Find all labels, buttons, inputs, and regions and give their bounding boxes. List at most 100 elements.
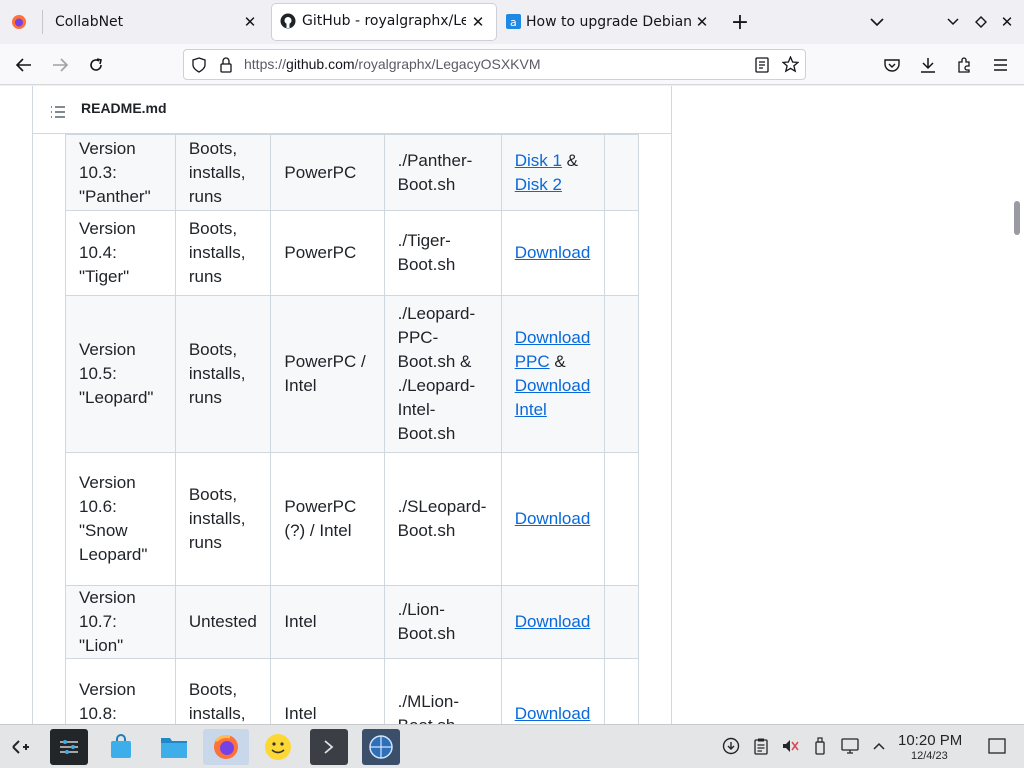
forward-icon[interactable]	[45, 50, 75, 80]
versions-table-container[interactable]: Version 10.3: "Panther" Boots, installs,…	[65, 134, 639, 724]
tab-debian-upgrade[interactable]: a How to upgrade Debian di ✕	[498, 0, 716, 44]
svg-text:a: a	[510, 16, 517, 29]
script-cell: ./Panther-Boot.sh	[383, 134, 502, 211]
status-cell: Boots, installs, runs	[174, 210, 272, 296]
arch-cell: PowerPC (?) / Intel	[270, 452, 385, 586]
pocket-icon[interactable]	[877, 50, 907, 80]
table-row: Version 10.4: "Tiger" Boots, installs, r…	[65, 210, 639, 296]
download-link[interactable]: Download	[515, 704, 591, 723]
file-manager-icon[interactable]	[155, 729, 193, 765]
links-cell: Download	[500, 585, 605, 659]
updates-icon[interactable]	[722, 737, 740, 755]
readme-card: README.md Version 10.3: "Panther" Boots,…	[32, 86, 672, 724]
clipboard-icon[interactable]	[752, 737, 770, 755]
readme-header: README.md	[33, 86, 671, 134]
window-minimize-icon[interactable]	[938, 7, 968, 37]
application-launcher-icon[interactable]	[2, 729, 40, 765]
extensions-icon[interactable]	[949, 50, 979, 80]
script-cell: ./SLeopard-Boot.sh	[383, 452, 502, 586]
notes-cell	[603, 134, 639, 211]
table-row: Version 10.6: "Snow Leopard" Boots, inst…	[65, 452, 639, 586]
script-cell: ./MLion-Boot.sh	[383, 658, 502, 724]
device-notifier-icon[interactable]	[811, 737, 829, 755]
download-intel-link[interactable]: Download Intel	[515, 376, 591, 419]
back-icon[interactable]	[9, 50, 39, 80]
show-hidden-tray-icon[interactable]	[870, 737, 888, 755]
reader-view-icon[interactable]	[755, 57, 769, 77]
download-link[interactable]: Download	[515, 612, 591, 631]
status-cell: Boots, installs, runs	[174, 134, 272, 211]
discover-store-icon[interactable]	[102, 729, 140, 765]
close-tab-icon[interactable]: ✕	[468, 12, 488, 32]
volume-muted-icon[interactable]	[781, 737, 799, 755]
disk-2-link[interactable]: Disk 2	[515, 175, 562, 194]
arch-cell: Intel	[270, 585, 385, 659]
tab-title: How to upgrade Debian di	[526, 14, 694, 30]
terminal-icon[interactable]	[310, 729, 348, 765]
download-ppc-link[interactable]: Download PPC	[515, 328, 591, 371]
versions-table: Version 10.3: "Panther" Boots, installs,…	[65, 134, 639, 724]
table-row: Version 10.8: "Mountain Boots, installs,…	[65, 658, 639, 724]
reload-icon[interactable]	[81, 50, 111, 80]
notes-cell	[603, 585, 639, 659]
disk-1-link[interactable]: Disk 1	[515, 151, 562, 170]
arch-cell: PowerPC	[270, 134, 385, 211]
tab-strip: CollabNet ✕ GitHub - royalgraphx/Lega ✕ …	[0, 0, 1024, 44]
script-cell: ./Leopard-PPC-Boot.sh & ./Leopard-Intel-…	[383, 295, 502, 453]
lock-icon[interactable]	[219, 57, 233, 77]
address-bar[interactable]: https://github.com/royalgraphx/LegacyOSX…	[183, 49, 806, 80]
status-cell: Boots, installs, runs	[174, 452, 272, 586]
status-cell: Untested	[174, 585, 272, 659]
version-cell: Version 10.3: "Panther"	[65, 134, 176, 211]
clock-date[interactable]: 12/4/23	[911, 750, 948, 762]
tab-title: GitHub - royalgraphx/Lega	[302, 13, 466, 29]
window-close-icon[interactable]: ✕	[992, 7, 1022, 37]
version-cell: Version 10.4: "Tiger"	[65, 210, 176, 296]
links-cell: Download	[500, 658, 605, 724]
list-all-tabs-icon[interactable]	[862, 7, 892, 37]
new-tab-icon[interactable]: +	[725, 7, 755, 37]
script-cell: ./Lion-Boot.sh	[383, 585, 502, 659]
emoji-picker-icon[interactable]	[259, 729, 297, 765]
tracking-protection-shield-icon[interactable]	[191, 57, 207, 77]
notes-cell	[603, 210, 639, 296]
taskbar: 10:20 PM 12/4/23	[0, 724, 1024, 768]
download-link[interactable]: Download	[515, 243, 591, 262]
url-text[interactable]: https://github.com/royalgraphx/LegacyOSX…	[244, 56, 541, 72]
close-tab-icon[interactable]: ✕	[692, 12, 712, 32]
notes-cell	[603, 452, 639, 586]
links-cell: Disk 1 & Disk 2	[500, 134, 605, 211]
firefox-icon	[11, 14, 27, 34]
table-row: Version 10.7: "Lion" Untested Intel ./Li…	[65, 585, 639, 659]
tab-title: CollabNet	[55, 14, 124, 30]
table-row: Version 10.3: "Panther" Boots, installs,…	[65, 134, 639, 211]
system-settings-icon[interactable]	[50, 729, 88, 765]
network-wired-icon[interactable]	[841, 737, 859, 755]
arch-cell: Intel	[270, 658, 385, 724]
github-icon	[280, 13, 296, 33]
downloads-icon[interactable]	[913, 50, 943, 80]
show-desktop-icon[interactable]	[988, 737, 1006, 755]
file-name: README.md	[81, 100, 167, 116]
outline-list-icon[interactable]	[50, 103, 66, 122]
links-cell: Download	[500, 210, 605, 296]
network-globe-icon[interactable]	[362, 729, 400, 765]
page-scrollbar-thumb[interactable]	[1014, 201, 1020, 235]
version-cell: Version 10.8: "Mountain	[65, 658, 176, 724]
tab-github[interactable]: GitHub - royalgraphx/Lega ✕	[272, 4, 496, 40]
tab-collabnet[interactable]: CollabNet ✕	[0, 0, 268, 44]
notes-cell	[603, 295, 639, 453]
firefox-taskbar-icon[interactable]	[203, 729, 249, 765]
version-cell: Version 10.5: "Leopard"	[65, 295, 176, 453]
status-cell: Boots, installs, runs	[174, 658, 272, 724]
version-cell: Version 10.6: "Snow Leopard"	[65, 452, 176, 586]
askubuntu-icon: a	[506, 14, 521, 33]
version-cell: Version 10.7: "Lion"	[65, 585, 176, 659]
close-tab-icon[interactable]: ✕	[240, 12, 260, 32]
page-content: README.md Version 10.3: "Panther" Boots,…	[0, 86, 1024, 724]
bookmark-star-icon[interactable]	[781, 55, 800, 77]
app-menu-icon[interactable]	[985, 50, 1015, 80]
navigation-toolbar: https://github.com/royalgraphx/LegacyOSX…	[0, 44, 1024, 85]
download-link[interactable]: Download	[515, 509, 591, 528]
clock-time[interactable]: 10:20 PM	[898, 732, 962, 749]
